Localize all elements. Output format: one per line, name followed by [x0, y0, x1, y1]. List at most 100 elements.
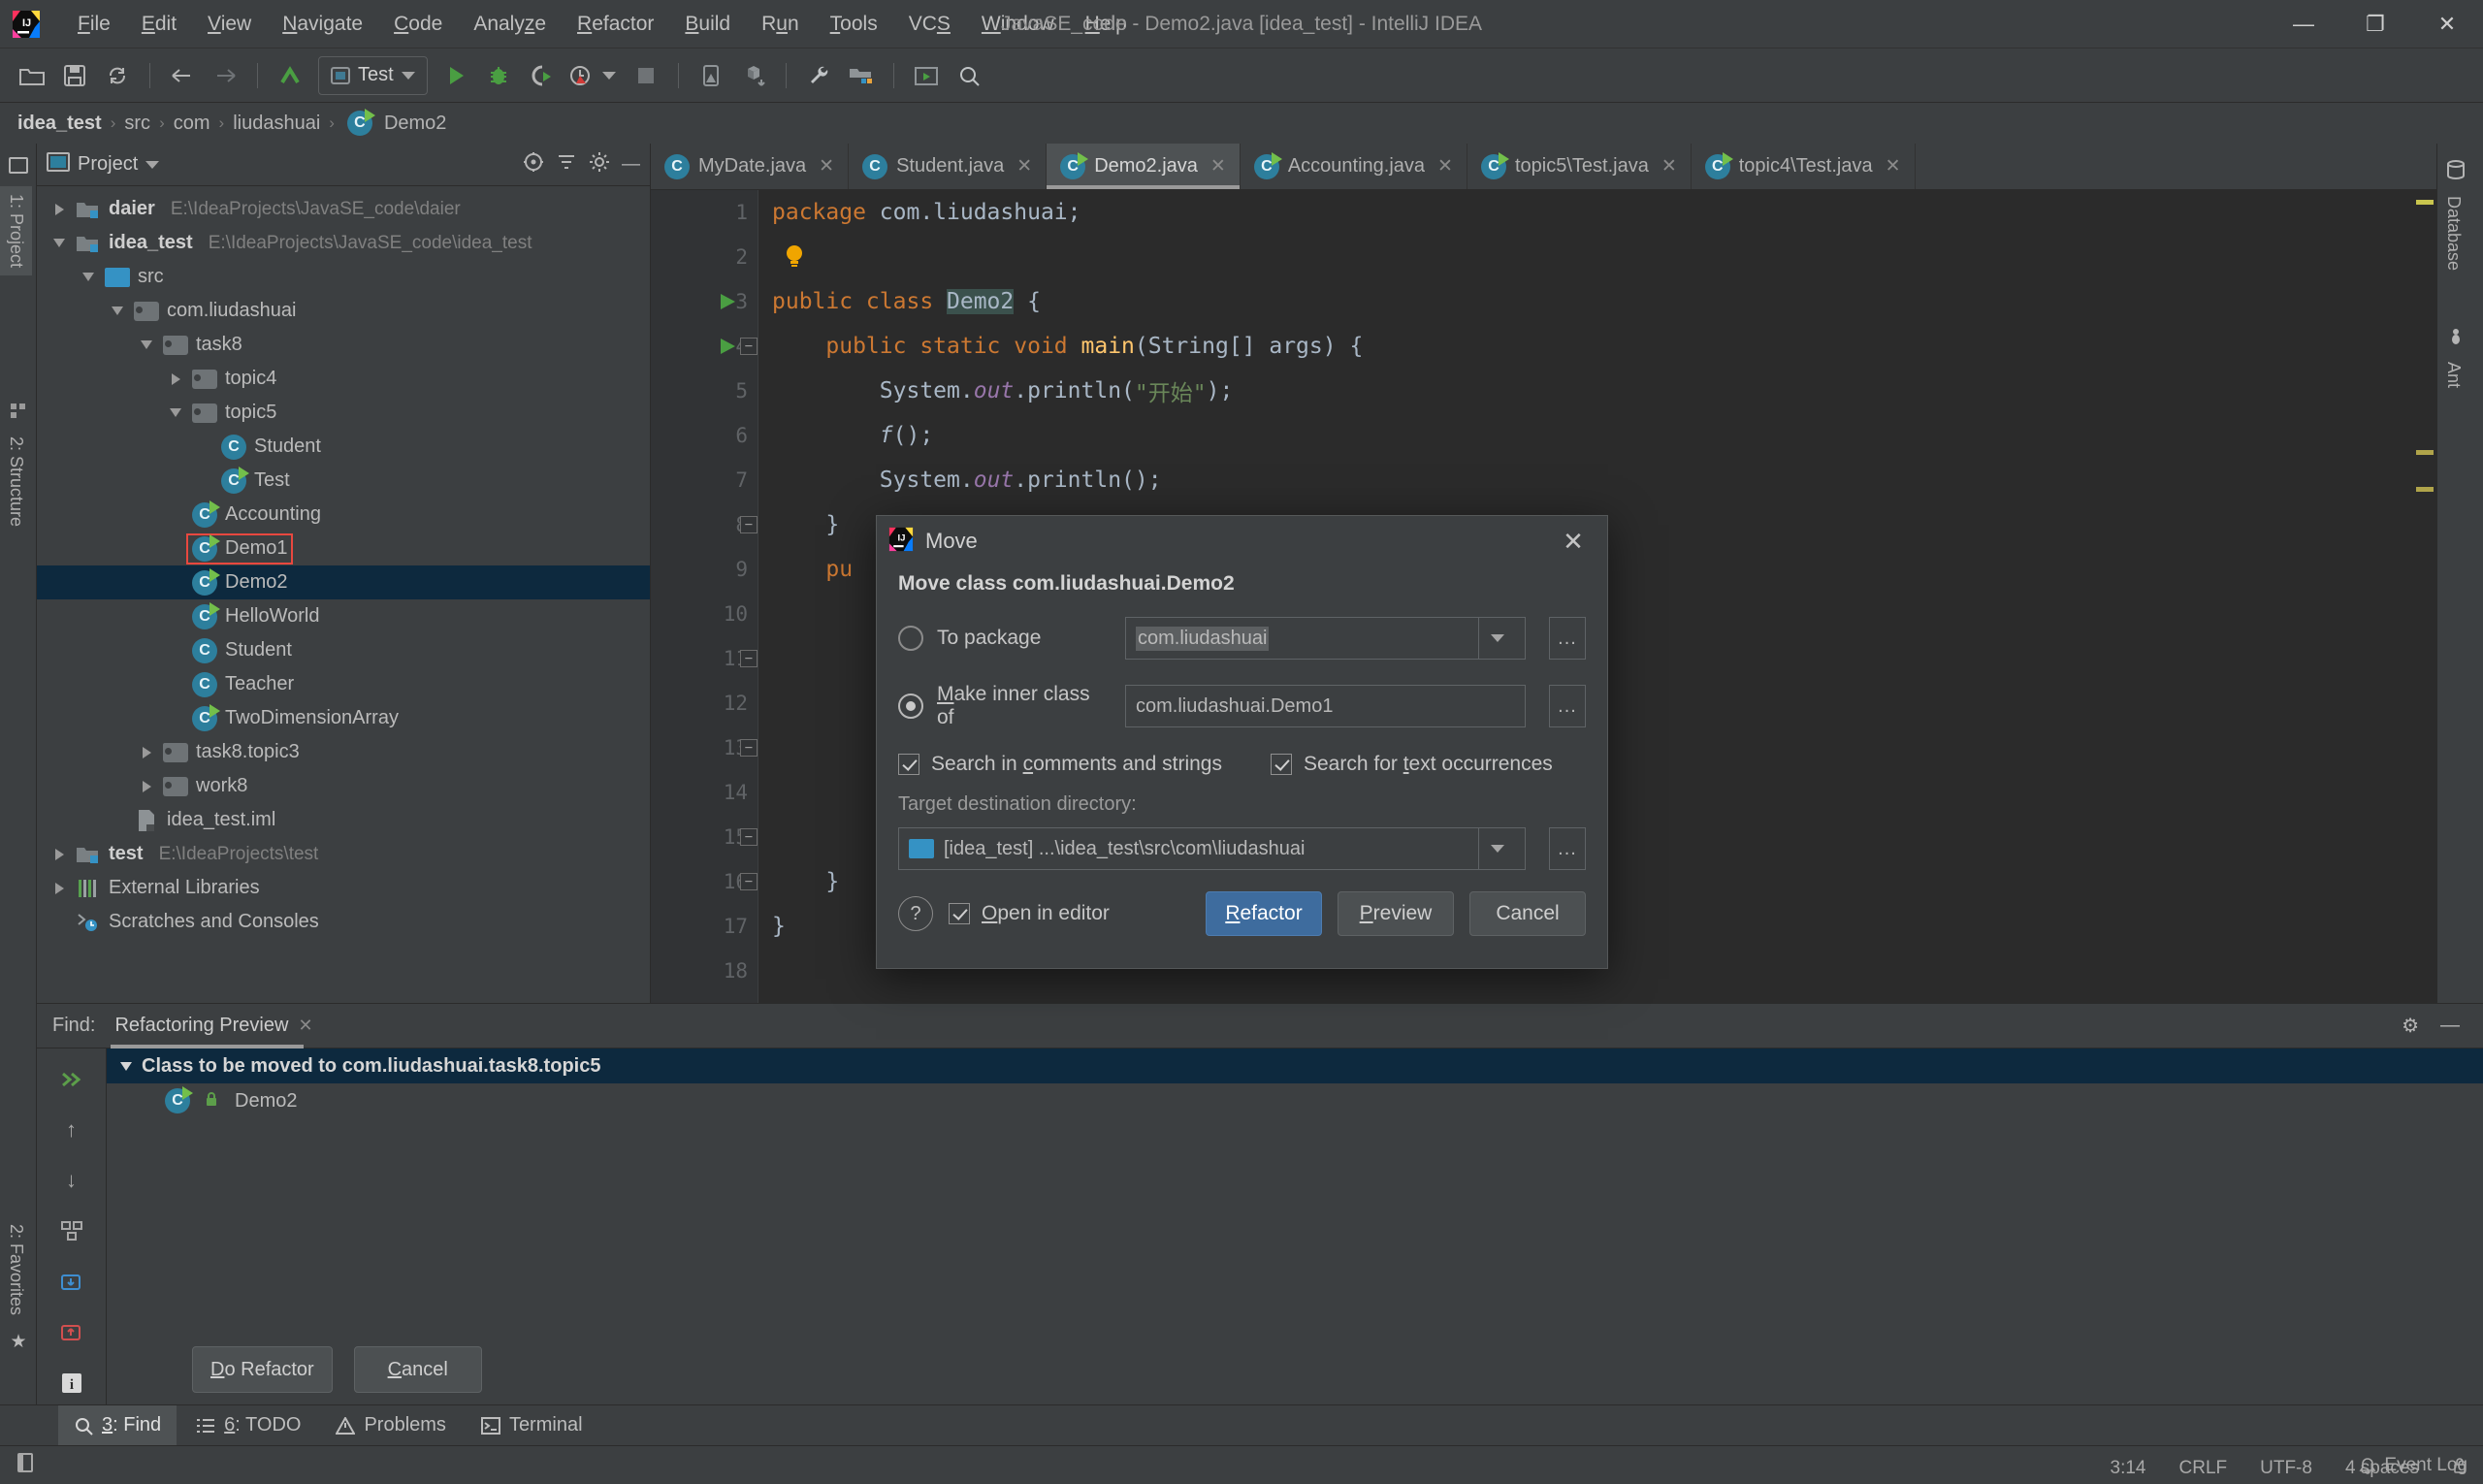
tree-node-task8-topic3[interactable]: task8.topic3: [37, 735, 650, 769]
tree-expander[interactable]: [163, 372, 188, 385]
refactor-button[interactable]: Refactor: [1206, 891, 1322, 936]
tree-expander[interactable]: [134, 340, 159, 349]
tree-node-daier[interactable]: daier E:\IdeaProjects\JavaSE_code\daier: [37, 192, 650, 226]
forward-arrow-icon[interactable]: [205, 55, 245, 96]
tree-expander[interactable]: [47, 239, 72, 247]
menu-run[interactable]: Run: [746, 7, 815, 42]
open-folder-icon[interactable]: [12, 55, 52, 96]
fold-toggle-icon[interactable]: −: [740, 828, 758, 846]
open-in-editor-checkbox[interactable]: Open in editor: [949, 902, 1110, 925]
editor-tab-topic4-test-java[interactable]: Ctopic4\Test.java ✕: [1692, 144, 1916, 189]
tool-window-problems[interactable]: Problems: [320, 1405, 461, 1446]
tree-expander[interactable]: [134, 746, 159, 758]
indent-setting[interactable]: 4 spaces: [2345, 1458, 2419, 1479]
tab-refactoring-preview[interactable]: Refactoring Preview ✕: [111, 1004, 320, 1048]
breadcrumb-item-2[interactable]: com: [174, 113, 210, 135]
tree-node-demo1[interactable]: C Demo1: [37, 532, 650, 565]
tree-node-topic5[interactable]: topic5: [37, 396, 650, 430]
next-occurrence-icon[interactable]: ↓: [48, 1159, 95, 1202]
sync-gradle-icon[interactable]: [733, 55, 774, 96]
close-icon[interactable]: ✕: [1886, 155, 1901, 177]
fold-toggle-icon[interactable]: −: [740, 739, 758, 757]
tree-expander[interactable]: [163, 408, 188, 417]
menu-analyze[interactable]: Analyze: [458, 7, 562, 42]
avd-icon[interactable]: [906, 55, 947, 96]
breadcrumb-item-1[interactable]: src: [124, 113, 150, 135]
to-package-radio[interactable]: [898, 626, 923, 651]
do-refactor-button[interactable]: Do Refactor: [192, 1346, 333, 1393]
editor-tab-mydate-java[interactable]: C MyDate.java ✕: [651, 144, 850, 189]
result-item-row[interactable]: C Demo2: [107, 1083, 2483, 1118]
hide-panel-icon[interactable]: —: [622, 154, 640, 176]
stop-icon[interactable]: [626, 55, 666, 96]
breadcrumb-item-0[interactable]: idea_test: [17, 113, 102, 135]
tree-node-work8[interactable]: work8: [37, 769, 650, 803]
make-inner-class-browse-button[interactable]: ...: [1549, 685, 1586, 727]
menu-file[interactable]: File: [62, 7, 126, 42]
menu-view[interactable]: View: [192, 7, 267, 42]
group-by-icon[interactable]: [48, 1210, 95, 1252]
close-icon[interactable]: ✕: [819, 155, 834, 177]
maximize-button[interactable]: ❐: [2339, 0, 2411, 48]
tree-node-scratches-and-consoles[interactable]: Scratches and Consoles: [37, 905, 650, 939]
undo-icon[interactable]: [270, 55, 310, 96]
debug-icon[interactable]: [478, 55, 519, 96]
fold-toggle-icon[interactable]: −: [740, 650, 758, 667]
target-directory-browse-button[interactable]: ...: [1549, 827, 1586, 870]
tree-node-external-libraries[interactable]: External Libraries: [37, 871, 650, 905]
tree-node-twodimensionarray[interactable]: C TwoDimensionArray: [37, 701, 650, 735]
search-in-comments-checkbox[interactable]: Search in comments and strings: [898, 753, 1222, 776]
marker-stripe[interactable]: [2416, 487, 2434, 492]
close-button[interactable]: ✕: [2411, 0, 2483, 48]
editor-gutter[interactable]: 1234−5678−91011−1213−1415−16−1718: [651, 190, 758, 1082]
cancel-button[interactable]: Cancel: [1469, 891, 1586, 936]
back-arrow-icon[interactable]: [162, 55, 203, 96]
sidebar-item-ant[interactable]: Ant: [2437, 354, 2469, 396]
menu-vcs[interactable]: VCS: [893, 7, 966, 42]
make-inner-class-input[interactable]: com.liudashuai.Demo1: [1125, 685, 1526, 727]
locate-file-icon[interactable]: [523, 151, 544, 178]
menu-code[interactable]: Code: [378, 7, 458, 42]
tree-expander[interactable]: [47, 848, 72, 860]
project-structure-icon[interactable]: [841, 55, 882, 96]
tree-node-test[interactable]: test E:\IdeaProjects\test: [37, 837, 650, 871]
editor-tab-demo2-java[interactable]: C Demo2.java ✕: [1047, 144, 1241, 189]
fold-toggle-icon[interactable]: −: [740, 873, 758, 890]
save-all-icon[interactable]: [54, 55, 95, 96]
menu-build[interactable]: Build: [669, 7, 746, 42]
tree-node-student[interactable]: C Student: [37, 430, 650, 464]
close-icon[interactable]: ✕: [298, 1016, 312, 1036]
run-gutter-icon[interactable]: [717, 336, 738, 357]
breadcrumb-item-3[interactable]: liudashuai: [233, 113, 320, 135]
chevron-down-icon[interactable]: [1478, 618, 1515, 659]
export-icon[interactable]: [48, 1261, 95, 1304]
close-icon[interactable]: ✕: [1437, 155, 1453, 177]
fold-toggle-icon[interactable]: −: [740, 338, 758, 355]
tree-node-student[interactable]: C Student: [37, 633, 650, 667]
info-icon[interactable]: i: [48, 1362, 95, 1404]
breadcrumb-item-4[interactable]: Demo2: [384, 113, 446, 135]
editor-tab-student-java[interactable]: C Student.java ✕: [849, 144, 1048, 189]
profiler-dropdown-icon[interactable]: [601, 71, 616, 80]
chevron-down-icon[interactable]: [145, 160, 160, 169]
tree-expander[interactable]: [134, 780, 159, 792]
to-package-browse-button[interactable]: ...: [1549, 617, 1586, 660]
line-separator[interactable]: CRLF: [2179, 1458, 2228, 1479]
tree-expander[interactable]: [47, 882, 72, 894]
sidebar-item-database[interactable]: Database: [2437, 188, 2469, 278]
sidebar-item-favorites[interactable]: 2: Favorites: [0, 1216, 32, 1323]
menu-tools[interactable]: Tools: [815, 7, 893, 42]
make-inner-class-radio[interactable]: [898, 694, 923, 719]
tree-expander[interactable]: [47, 203, 72, 215]
editor-marker-bar[interactable]: [2411, 190, 2436, 1082]
collapse-all-icon[interactable]: [556, 151, 577, 178]
tree-expander[interactable]: [76, 273, 101, 281]
tree-node-com-liudashuai[interactable]: com.liudashuai: [37, 294, 650, 328]
import-icon[interactable]: [48, 1311, 95, 1354]
tree-node-test[interactable]: C Test: [37, 464, 650, 498]
close-icon[interactable]: ✕: [1661, 155, 1677, 177]
run-icon[interactable]: [435, 55, 476, 96]
file-encoding[interactable]: UTF-8: [2260, 1458, 2312, 1479]
expand-all-icon[interactable]: [48, 1058, 95, 1101]
tree-node-idea-test[interactable]: idea_test E:\IdeaProjects\JavaSE_code\ide…: [37, 226, 650, 260]
